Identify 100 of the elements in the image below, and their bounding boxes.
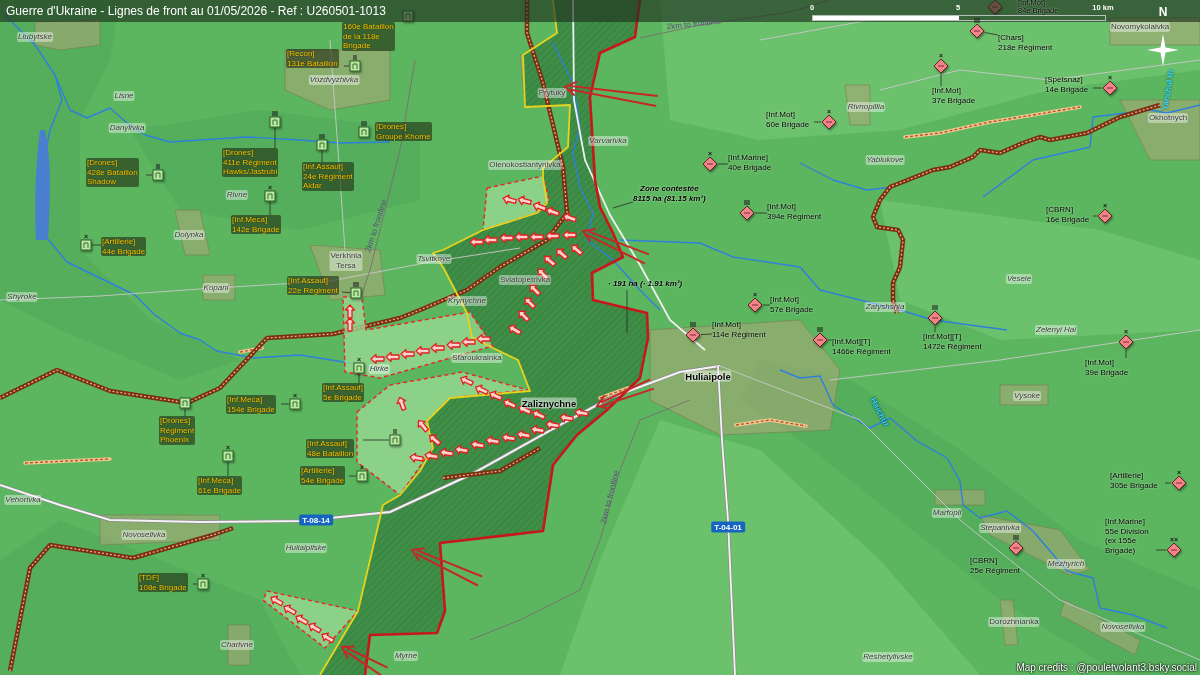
unit-label: [Inf.Mot] 114e Régiment <box>712 320 766 339</box>
arrow-icon <box>501 432 516 443</box>
trench-line <box>598 386 630 400</box>
unit-marker-icon <box>389 434 401 446</box>
arrow-icon <box>439 447 454 458</box>
arrow-icon <box>283 604 297 616</box>
arrow-icon <box>321 632 335 644</box>
arrow-icon <box>460 375 474 386</box>
leader-line <box>754 212 768 214</box>
unit-label: [Inf.Mot] 57e Brigade <box>770 295 814 314</box>
advance-arrow <box>340 645 389 675</box>
leader-line <box>1125 349 1127 359</box>
arrow-icon <box>508 324 522 336</box>
unit-marker-icon <box>179 397 191 409</box>
leader-line <box>362 439 390 441</box>
settlement-area <box>202 274 236 301</box>
unit-marker-icon <box>222 450 234 462</box>
unit-label: 160e Bataillon de la 118e Brigade <box>342 22 395 51</box>
arrow-icon <box>370 353 385 365</box>
place-label: Zatyshshia <box>864 302 906 312</box>
unit-label: [CBRN] 25e Régiment <box>970 556 1020 575</box>
leader-line <box>984 32 999 36</box>
unit-label: [Inf.Meca] 61e Brigade <box>197 476 243 495</box>
leader-line <box>940 73 942 87</box>
unit-label: [Inf.Assaut] 5e Brigade <box>322 383 365 402</box>
unit-marker-icon <box>1118 334 1134 350</box>
place-label: Huliaipilske <box>284 543 328 553</box>
arrow-icon <box>415 345 430 357</box>
unit-label: [Inf.Meca] 142e Brigade <box>231 215 281 234</box>
leader-line <box>184 408 186 417</box>
unit-marker-icon <box>812 332 828 348</box>
leader-line <box>280 403 290 405</box>
unit-label: [CBRN] 16e Brigade <box>1046 205 1090 224</box>
unit-marker-icon <box>747 297 763 313</box>
settlement-area <box>174 209 211 256</box>
leader-line <box>321 150 323 163</box>
leader-line <box>91 244 102 246</box>
unit-marker-icon <box>1008 540 1024 556</box>
unit-marker-icon <box>927 310 943 326</box>
unit-marker-icon <box>349 60 361 72</box>
arrow-icon <box>424 450 439 461</box>
place-label: Lisne <box>113 91 135 101</box>
place-label: Mezhyrich <box>1046 559 1086 569</box>
leader-line <box>227 461 229 477</box>
unit-label: [Inf.Mot][T] 1472e Régiment <box>923 332 982 351</box>
place-label: Yablukove <box>865 155 905 165</box>
leader-line <box>341 291 351 293</box>
unit-marker-icon <box>152 169 164 181</box>
place-label: Olenokostiantynivka <box>488 160 562 170</box>
place-label: Staroukrainka <box>451 353 503 363</box>
place-label: Verkhnia Tersa <box>329 251 363 271</box>
leader-line <box>348 475 357 477</box>
arrow-icon <box>409 452 424 463</box>
leader-line <box>1092 87 1103 89</box>
unit-label: [Inf.Mot] 394e Régiment <box>767 202 822 221</box>
leader-line <box>827 339 833 341</box>
unit-label: [Drones] 411e Régiment Hawks/Jastrubi <box>222 148 279 177</box>
unit-marker-icon <box>1102 80 1118 96</box>
arrow-icon <box>485 435 500 446</box>
leader-line <box>1092 215 1098 217</box>
place-label: Zelenyi Hai <box>1035 325 1077 335</box>
advance-arrow <box>595 378 655 410</box>
arrow-icon <box>417 420 430 433</box>
unit-marker-icon <box>702 156 718 172</box>
arrow-icon <box>514 231 529 243</box>
unit-marker-icon <box>264 190 276 202</box>
unit-marker-icon <box>1171 475 1187 491</box>
arrow-icon <box>524 297 537 310</box>
leader-line <box>934 325 936 333</box>
arrow-icon <box>517 195 532 206</box>
arrow-icon <box>516 429 531 440</box>
arrow-icon <box>308 622 322 634</box>
arrow-icon <box>475 384 489 395</box>
arrow-icon <box>530 424 545 435</box>
arrow-icon <box>476 333 491 345</box>
arrow-icon <box>518 310 531 323</box>
arrow-icon <box>295 614 309 626</box>
leader-line <box>1155 549 1167 551</box>
leader-line <box>145 174 153 176</box>
unit-marker-icon <box>316 139 328 151</box>
arrow-icon <box>499 232 514 244</box>
unit-marker-icon <box>356 470 368 482</box>
place-label: Vesele <box>1005 274 1033 284</box>
arrow-icon <box>429 434 442 447</box>
place-label: Okhotnych <box>1147 113 1189 123</box>
place-label: Myrne <box>393 651 419 661</box>
place-label: Rivnopillia <box>846 102 886 112</box>
arrow-icon <box>562 212 577 223</box>
unit-marker-icon <box>353 362 365 374</box>
leader-line <box>813 121 822 123</box>
arrow-icon <box>544 255 557 268</box>
unit-label: [Artillerie] 44e Brigade <box>101 237 147 256</box>
compass-label: N <box>1158 5 1168 19</box>
leader-line <box>626 289 628 334</box>
unit-label: [Inf.Meca] 154e Brigade <box>226 395 276 414</box>
arrow-icon <box>400 348 415 360</box>
arrow-icon <box>503 398 517 409</box>
unit-marker-icon <box>1166 542 1182 558</box>
leader-line <box>762 304 771 306</box>
unit-marker-icon <box>358 126 370 138</box>
